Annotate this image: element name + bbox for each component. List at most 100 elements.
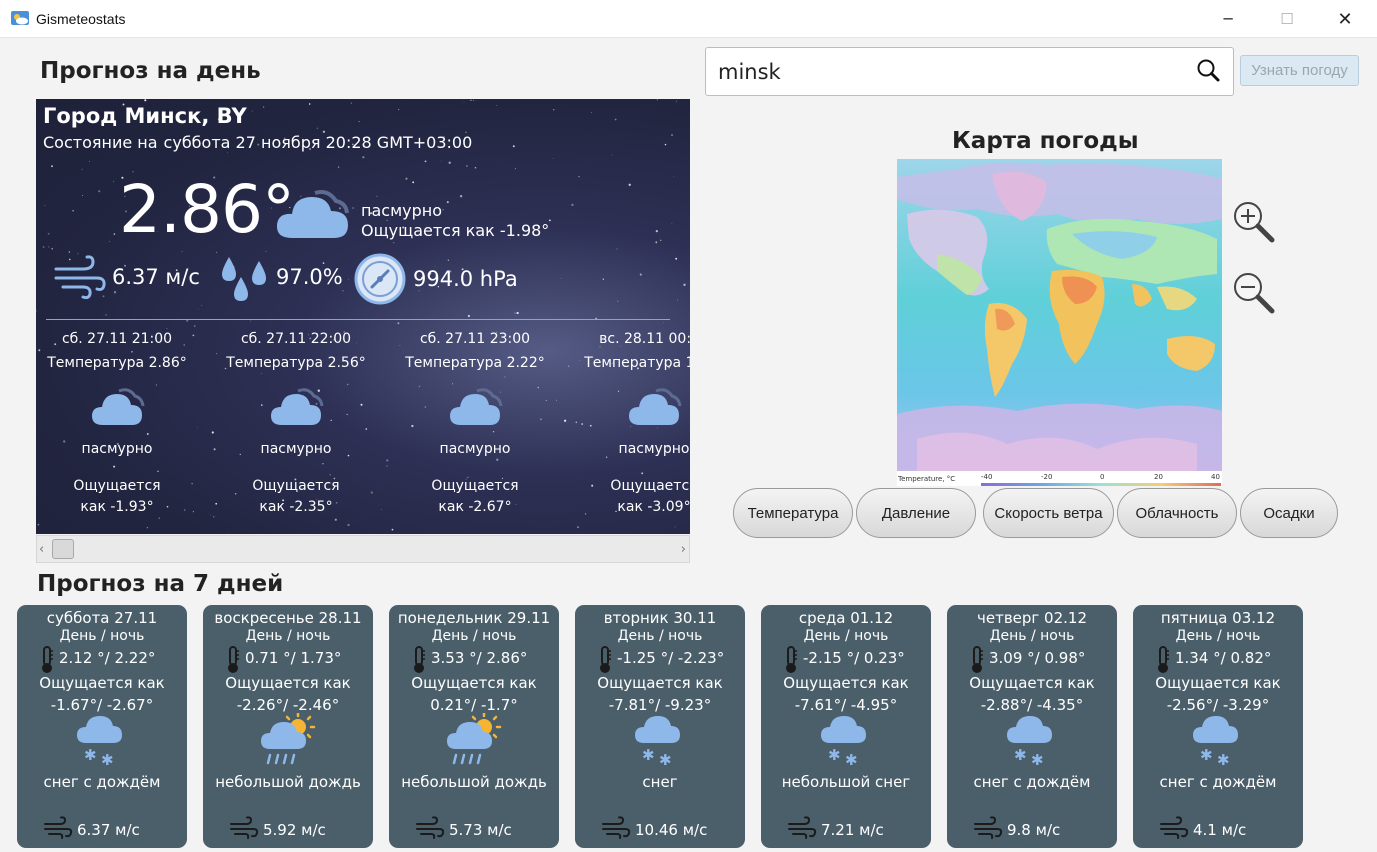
cloud-icon xyxy=(629,388,682,425)
layer-temperature-button[interactable]: Температура xyxy=(733,488,853,538)
layer-clouds-button[interactable]: Облачность xyxy=(1117,488,1237,538)
svg-text:✱: ✱ xyxy=(845,751,858,769)
star xyxy=(578,175,580,178)
svg-text:✱: ✱ xyxy=(642,746,655,764)
city-search-input[interactable] xyxy=(718,58,1178,86)
svg-text:✱: ✱ xyxy=(828,746,841,764)
current-feels-like: Ощущается как -1.98° xyxy=(361,221,550,240)
thermometer-icon xyxy=(972,646,983,673)
star xyxy=(504,376,506,378)
weather-map[interactable]: Temperature, °C -40 -20 0 20 40 xyxy=(897,159,1222,486)
star xyxy=(442,209,444,211)
day-description: снег с дождём xyxy=(1159,773,1277,791)
star xyxy=(308,103,311,105)
star xyxy=(146,433,149,435)
star xyxy=(347,523,350,527)
star xyxy=(251,110,253,112)
day-feels-value: 0.21°/ -1.7° xyxy=(430,696,518,714)
star xyxy=(227,152,229,154)
star xyxy=(591,112,593,113)
star xyxy=(342,290,344,292)
day-forecast-card: вторник 30.11 День / ночь -1.25 °/ -2.23° О… xyxy=(575,605,745,848)
day-feels-label: Ощущается как xyxy=(39,674,165,692)
day-night-label: День / ночь xyxy=(431,628,517,644)
star xyxy=(602,278,604,280)
thermometer-icon xyxy=(228,646,239,673)
star xyxy=(496,104,498,106)
layer-pressure-button[interactable]: Давление xyxy=(856,488,976,538)
star xyxy=(537,386,539,389)
star xyxy=(617,390,620,392)
star xyxy=(664,143,667,146)
star xyxy=(113,233,116,235)
layer-precipitation-button[interactable]: Осадки xyxy=(1240,488,1338,538)
star xyxy=(655,241,658,244)
star xyxy=(655,230,658,233)
star xyxy=(37,523,40,526)
day-description: небольшой дождь xyxy=(401,773,547,791)
hour-feels-value: как -1.93° xyxy=(80,499,154,515)
wind-icon xyxy=(974,816,1003,839)
day-feels-label: Ощущается как xyxy=(597,674,723,692)
day-feels-label: Ощущается как xyxy=(411,674,537,692)
star xyxy=(614,118,617,121)
wind-icon xyxy=(602,816,631,839)
day-temperature: 1.34 °/ 0.82° xyxy=(1175,649,1272,667)
close-button[interactable]: ✕ xyxy=(1322,0,1368,38)
search-box[interactable] xyxy=(705,47,1234,96)
map-scale-tick: -20 xyxy=(1041,473,1052,481)
zoom-in-icon[interactable] xyxy=(1230,199,1278,245)
window-title: Gismeteostats xyxy=(36,11,126,27)
thermometer-icon xyxy=(786,646,797,673)
hour-feels-label: Ощущается xyxy=(252,478,340,494)
star xyxy=(424,406,427,408)
day-feels-label: Ощущается как xyxy=(783,674,909,692)
svg-text:✱: ✱ xyxy=(84,746,97,764)
hourly-scrollbar[interactable]: ‹ › xyxy=(36,535,690,563)
hour-temperature: Температура 2.56° xyxy=(226,355,366,371)
search-icon[interactable] xyxy=(1195,57,1221,83)
day-temperature: -2.15 °/ 0.23° xyxy=(803,649,905,667)
star xyxy=(683,283,686,286)
star xyxy=(346,383,349,386)
day-wind-speed: 5.92 м/с xyxy=(263,821,326,839)
map-scale-tick: 40 xyxy=(1211,473,1220,481)
snow-icon: ✱ ✱ xyxy=(821,716,866,769)
hour-feels-label: Ощущается xyxy=(73,478,161,494)
minimize-button[interactable]: ─ xyxy=(1205,0,1251,38)
star xyxy=(639,273,642,276)
day-description: снег с дождём xyxy=(43,773,161,791)
map-scale-tick: 20 xyxy=(1154,473,1163,481)
star xyxy=(674,526,676,528)
cloud-icon xyxy=(450,388,503,425)
star xyxy=(334,518,337,521)
star xyxy=(113,291,117,294)
scroll-right-icon[interactable]: › xyxy=(681,542,686,557)
scroll-left-icon[interactable]: ‹ xyxy=(39,542,44,557)
hour-time: сб. 27.11 22:00 xyxy=(240,331,352,347)
get-weather-button[interactable]: Узнать погоду xyxy=(1240,55,1359,86)
cloud-icon xyxy=(271,388,324,425)
current-humidity: 97.0% xyxy=(276,265,343,289)
scrollbar-thumb[interactable] xyxy=(52,539,74,559)
star xyxy=(216,353,218,355)
star xyxy=(448,161,451,164)
day-wind-speed: 6.37 м/с xyxy=(77,821,140,839)
thermometer-icon xyxy=(600,646,611,673)
svg-text:✱: ✱ xyxy=(101,751,114,769)
day-name: пятница 03.12 xyxy=(1160,609,1276,627)
status-line: Состояние на суббота 27 ноября 20:28 GMT+… xyxy=(43,133,472,152)
current-description: пасмурно xyxy=(361,201,443,220)
maximize-button[interactable]: ☐ xyxy=(1264,0,1310,38)
sun-rain-icon xyxy=(261,713,316,765)
star xyxy=(181,250,183,252)
zoom-out-icon[interactable] xyxy=(1230,270,1278,316)
star xyxy=(346,413,348,415)
thermometer-icon xyxy=(42,646,53,673)
hour-feels-label: Ощущается xyxy=(431,478,519,494)
star xyxy=(228,533,229,534)
star xyxy=(144,99,147,102)
star xyxy=(675,100,677,102)
star xyxy=(474,166,477,169)
layer-wind-speed-button[interactable]: Скорость ветра xyxy=(983,488,1114,538)
